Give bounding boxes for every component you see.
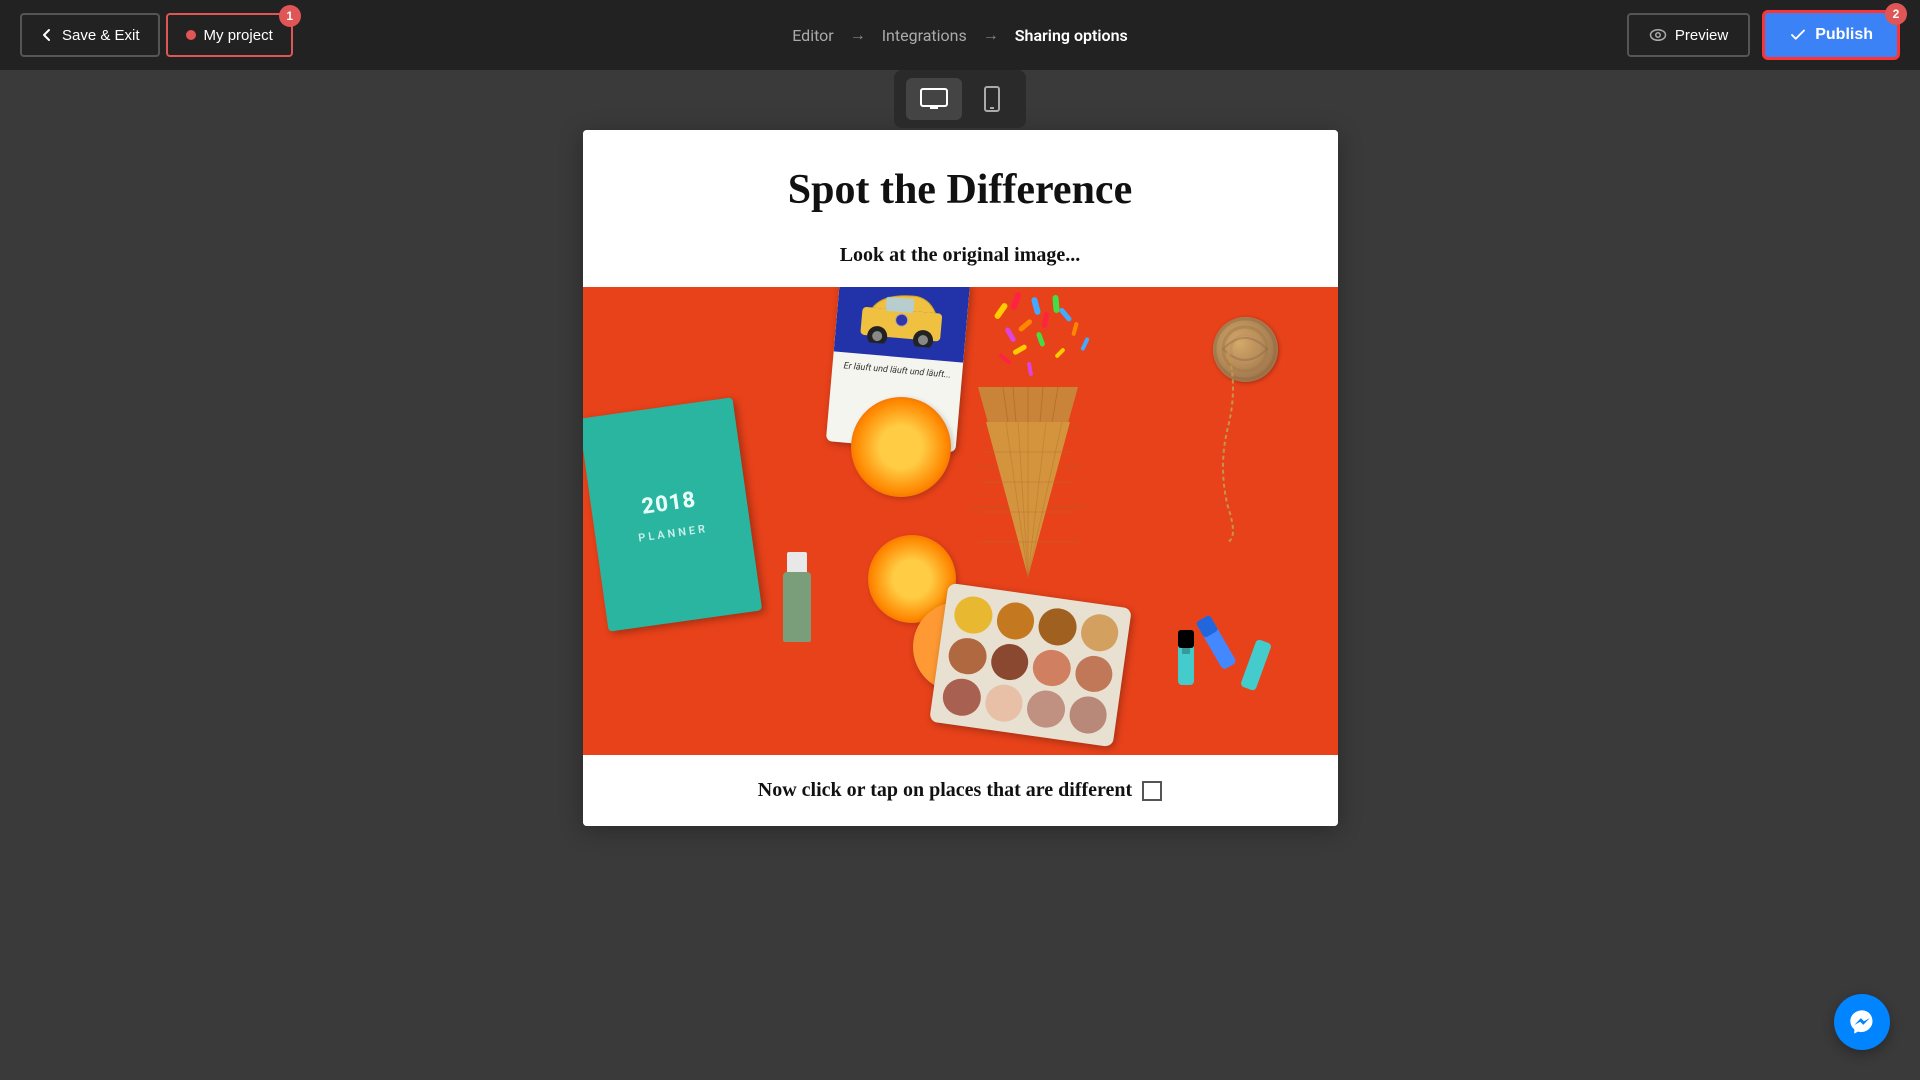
nav-step-integrations[interactable]: Integrations [882,26,967,45]
nail-polish [783,552,811,642]
desktop-device-button[interactable] [906,78,962,120]
desktop-icon [920,88,948,110]
canvas-title: Spot the Difference [623,166,1298,214]
palette-swatch [946,635,988,677]
mobile-device-button[interactable] [970,78,1014,120]
mobile-icon [984,86,1000,112]
eye-icon [1649,26,1667,44]
palette-swatch [988,641,1030,683]
canvas-image[interactable]: Er läuft und läuft und läuft... [583,287,1338,755]
clothespins-svg [1173,610,1293,700]
save-exit-button[interactable]: Save & Exit [20,13,160,57]
cones-svg [948,287,1108,597]
planner-year: 2018 [639,483,698,525]
canvas-subtitle: Look at the original image... [623,244,1298,267]
arrow-left-icon [40,28,54,42]
nav-arrow-2: → [983,25,999,45]
checkbox-icon [1142,781,1162,801]
nav-step-editor[interactable]: Editor [792,26,833,45]
ice-cream-cones [948,287,1108,607]
nail-polish-bottle [783,572,811,642]
messenger-icon [1848,1008,1876,1036]
palette-swatch [1072,653,1114,695]
preview-label: Preview [1675,27,1728,44]
planner-book: 2018 PLANNER [583,397,762,631]
footer-text-label: Now click or tap on places that are diff… [758,779,1132,802]
project-badge: 1 [279,5,301,27]
canvas-footer-text: Now click or tap on places that are diff… [623,779,1298,802]
palette-swatch [982,683,1024,725]
palette-swatch [1078,612,1120,654]
canvas-card: Spot the Difference Look at the original… [583,130,1338,826]
topbar-left: Save & Exit My project 1 [20,13,293,57]
publish-button[interactable]: Publish 2 [1762,10,1900,60]
palette-swatch [1036,606,1078,648]
topbar: Save & Exit My project 1 Editor → Integr… [0,0,1920,70]
project-dot-icon [186,30,196,40]
check-icon [1789,26,1807,44]
orange-slice-1 [851,397,951,497]
nav-step-sharing[interactable]: Sharing options [1015,26,1128,45]
palette-swatch [940,677,982,719]
rope-string [1198,347,1258,547]
eyeshadow-palette [929,583,1132,747]
canvas-area: Spot the Difference Look at the original… [0,70,1920,1080]
project-name-label: My project [204,27,273,44]
device-toggle [894,70,1026,128]
palette-swatch [1030,647,1072,689]
messenger-fab[interactable] [1834,994,1890,1050]
publish-badge: 2 [1885,3,1907,25]
palette-swatch [994,600,1036,642]
publish-label: Publish [1815,26,1873,44]
palette-swatch [1024,688,1066,730]
preview-button[interactable]: Preview [1627,13,1750,57]
nav-arrow-1: → [850,25,866,45]
project-button[interactable]: My project 1 [166,13,293,57]
topbar-right: Preview Publish 2 [1627,10,1900,60]
save-exit-label: Save & Exit [62,27,140,44]
palette-swatch [952,594,994,636]
canvas-footer: Now click or tap on places that are diff… [583,755,1338,826]
nail-polish-cap [787,552,807,574]
canvas-header: Spot the Difference Look at the original… [583,130,1338,287]
nav-steps: Editor → Integrations → Sharing options [792,0,1128,70]
palette-swatch [1066,694,1108,736]
